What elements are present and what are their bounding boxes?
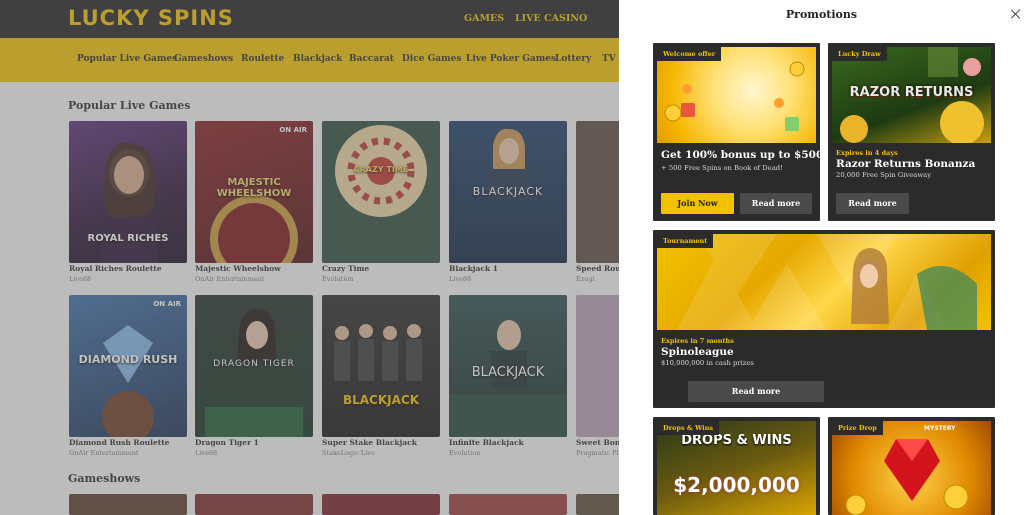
promo-card-drops-wins: DROPS & WINS $2,000,000 Drops & Wins: [653, 417, 820, 515]
prize-drop-image: [845, 439, 969, 515]
read-more-button[interactable]: Read more: [688, 381, 824, 402]
promo-art-title: MYSTERY: [924, 425, 956, 432]
read-more-button[interactable]: Read more: [836, 193, 909, 214]
promo-tag: Tournament: [657, 234, 714, 248]
promo-tag: Lucky Draw: [832, 47, 887, 61]
modal-backdrop[interactable]: [0, 0, 619, 515]
promo-expiry: Expires in 4 days: [836, 149, 898, 157]
close-icon[interactable]: [1010, 8, 1022, 20]
promo-image: MYSTERY: [832, 421, 991, 515]
promo-image: [657, 234, 991, 330]
read-more-button[interactable]: Read more: [740, 193, 812, 214]
promotions-panel: Promotions Welcome offer Get 100% bonus …: [619, 0, 1024, 515]
promo-title: Get 100% bonus up to $500: [661, 149, 820, 161]
promo-tag: Drops & Wins: [657, 421, 720, 435]
promo-art-title: RAZOR RETURNS: [849, 85, 974, 100]
promo-subtitle: $10,000,000 in cash prizes: [661, 359, 754, 367]
promo-tag: Prize Drop: [832, 421, 883, 435]
promo-art-amount: $2,000,000: [673, 473, 800, 497]
promo-art-title: DROPS & WINS: [681, 433, 792, 448]
promo-subtitle: 20,000 Free Spin Giveaway: [836, 171, 932, 179]
tournament-image: [677, 234, 977, 330]
promo-image: DROPS & WINS $2,000,000: [657, 421, 816, 515]
promo-tag: Welcome offer: [657, 47, 722, 61]
promo-card-prize-drop: MYSTERY Prize Drop: [828, 417, 995, 515]
join-now-button[interactable]: Join Now: [661, 193, 734, 214]
promo-image: RAZOR RETURNS: [832, 47, 991, 143]
promo-card-welcome: Welcome offer Get 100% bonus up to $500 …: [653, 43, 820, 221]
promo-card-lucky-draw: RAZOR RETURNS Lucky Draw Expires in 4 da…: [828, 43, 995, 221]
panel-title: Promotions: [785, 8, 858, 21]
promo-title: Razor Returns Bonanza: [836, 158, 976, 170]
promo-subtitle: + 500 Free Spins on Book of Dead!: [661, 164, 783, 172]
promo-image: [657, 47, 816, 143]
promo-title: Spinoleague: [661, 346, 734, 358]
coins-image: [664, 61, 805, 131]
promo-card-tournament: Tournament Expires in 7 months Spinoleag…: [653, 230, 995, 408]
promo-expiry: Expires in 7 months: [661, 337, 734, 345]
